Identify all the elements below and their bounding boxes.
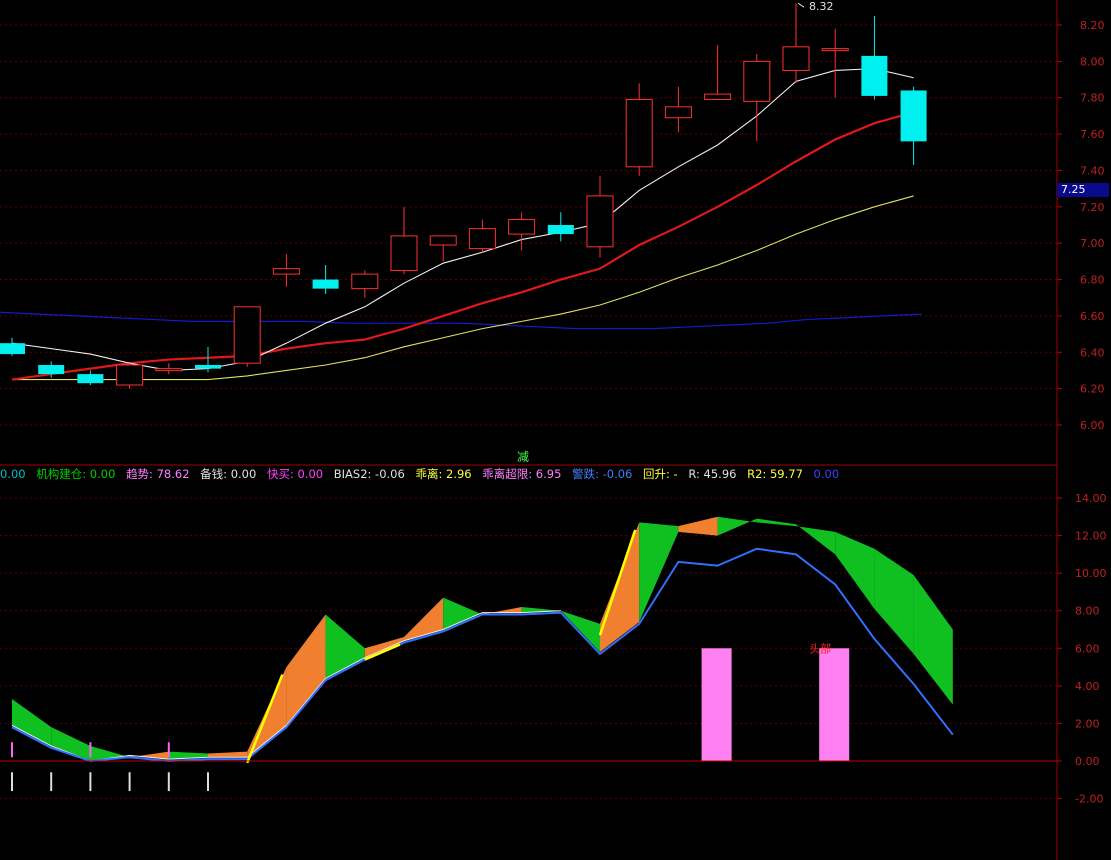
indicator-band-segment: [600, 522, 640, 653]
high-pointer: [797, 2, 805, 8]
y-tick-label: 6.20: [1080, 383, 1105, 396]
indicator-value: 回升: -: [643, 467, 678, 481]
indicator-value: 警跌: -0.06: [572, 467, 633, 481]
ma-yellow-line: [12, 195, 914, 381]
indicator-value: BIAS2: -0.06: [333, 467, 405, 481]
y-tick-label: 6.80: [1080, 274, 1105, 287]
candle-body: [782, 46, 810, 71]
y-tick-label: 8.00: [1080, 55, 1105, 68]
indicator-value: R2: 59.77: [747, 467, 803, 481]
y-tick-label: 6.40: [1080, 346, 1105, 359]
candle-body: [900, 90, 927, 142]
candle-body: [625, 99, 653, 168]
candle-body: [547, 225, 574, 235]
y-tick-label: 6.00: [1080, 419, 1105, 432]
indicator-band-segment: [443, 597, 483, 630]
candle-body: [195, 365, 221, 369]
candle-body: [821, 48, 849, 52]
y-tick-label: 4.00: [1075, 680, 1100, 693]
indicator-band-segment: [756, 518, 796, 527]
indicator-band-segment: [404, 597, 444, 641]
candle-body: [664, 106, 692, 119]
y-tick-label: 7.20: [1080, 201, 1105, 214]
candle-body: [704, 93, 732, 101]
candle-body: [743, 60, 771, 102]
y-tick-label: 8.00: [1075, 605, 1100, 618]
indicator-value: 趋势: 78.62: [126, 467, 190, 481]
y-tick-label: 7.40: [1080, 164, 1105, 177]
candle-body: [351, 273, 379, 290]
indicator-value: 备钱: 0.00: [200, 467, 257, 481]
indicator-band-segment: [835, 531, 875, 609]
indicator-band-segment: [286, 614, 326, 726]
indicator-band-segment: [482, 606, 522, 615]
ma-blue-line: [0, 311, 922, 330]
indicator-bar: [819, 648, 850, 761]
head-label: 头部: [809, 641, 831, 655]
indicator-value: R: 45.96: [688, 467, 737, 481]
y-tick-label: 7.80: [1080, 92, 1105, 105]
high-price-label: 8.32: [809, 0, 834, 13]
y-tick-label: 10.00: [1075, 567, 1107, 580]
y-tick-label: 0.00: [1075, 755, 1100, 768]
indicator-band-segment: [560, 610, 600, 653]
indicator-band-segment: [12, 699, 52, 746]
indicator-band-segment: [364, 637, 404, 658]
stock-chart: 8.20 8.00 7.80 7.60 7.40 7.20 7.00 6.80 6.60 6.40…: [0, 0, 1107, 860]
indicator-legend: 0.00 机构建仓: 0.00 趋势: 78.62 备钱: 0.00 快买: 0…: [0, 466, 846, 482]
indicator-band-segment: [208, 751, 248, 758]
candle-body: [508, 219, 536, 235]
candle-body: [77, 374, 104, 384]
candle-body: [233, 306, 261, 364]
indicator-value: 0.00: [813, 467, 840, 481]
indicator-band-segment: [796, 524, 836, 555]
candle-body: [861, 55, 888, 96]
candle-body: [429, 235, 457, 246]
indicator-band-segment: [678, 516, 718, 536]
candle-body: [312, 279, 339, 289]
indicator-band-segment: [717, 516, 757, 536]
last-price-badge: 7.25: [1057, 183, 1109, 197]
indicator-value: 乖离: 2.96: [415, 467, 472, 481]
y-tick-label: 8.20: [1080, 19, 1105, 32]
y-tick-label: 6.60: [1080, 310, 1105, 323]
y-tick-label: 6.00: [1075, 642, 1100, 655]
y-tick-label: 12.00: [1075, 530, 1107, 543]
candle-body: [155, 368, 183, 372]
candle-body: [272, 268, 300, 275]
indicator-value: 机构建仓: 0.00: [36, 467, 116, 481]
y-tick-label: 7.60: [1080, 128, 1105, 141]
candle-body: [0, 343, 25, 355]
y-tick-label: 7.00: [1080, 237, 1105, 250]
indicator-band-segment: [51, 727, 91, 761]
candle-body: [586, 195, 614, 248]
indicator-value: 快买: 0.00: [266, 467, 324, 481]
indicator-bar: [701, 648, 732, 761]
indicator-value: 0.00: [0, 467, 26, 481]
indicator-value: 乖离超限: 6.95: [482, 467, 562, 481]
ma-red-line: [11, 111, 914, 381]
candle-body: [116, 364, 144, 386]
candle-body: [468, 228, 496, 250]
signal-label: 减: [517, 450, 529, 464]
candle-body: [38, 365, 65, 375]
y-tick-label: -2.00: [1075, 793, 1103, 806]
y-tick-label: 14.00: [1075, 492, 1107, 505]
candle-body: [390, 235, 418, 271]
y-tick-label: 2.00: [1075, 717, 1100, 730]
ma-white-line: [11, 68, 914, 372]
indicator-band-segment: [874, 548, 914, 654]
indicator-band-segment: [913, 575, 953, 705]
